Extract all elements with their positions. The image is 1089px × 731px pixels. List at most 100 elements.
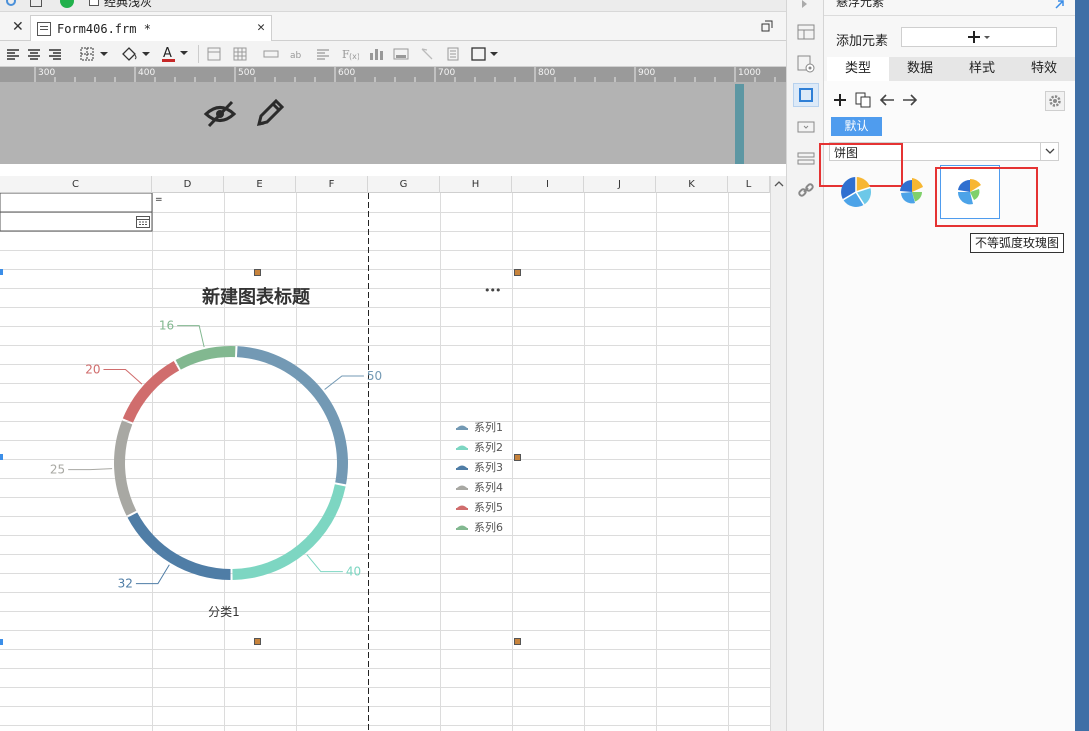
paragraph-icon[interactable] [314,44,332,64]
ruler-ticks [34,67,776,82]
donut-slice[interactable] [114,420,137,516]
leader-line [68,468,113,471]
column-header-i[interactable]: I [512,176,584,193]
tab-title: Form406.frm * [57,21,151,36]
pie-chart-icon [841,176,872,207]
add-icon[interactable] [832,92,848,111]
leader-line [324,375,364,390]
merge-cells-icon[interactable] [205,44,223,64]
spreadsheet-grid[interactable]: = 新建图表标题 ••• 50 40 32 25 20 16 分类1 系列1 系列2 系列… [0,193,770,731]
tab-form-file[interactable]: Form406.frm * ✕ [30,15,272,41]
border-dropdown-icon[interactable] [78,44,112,64]
highlight-box-thumbnail [935,167,1038,227]
legend-label: 系列5 [474,501,503,514]
category-label: 分类1 [208,605,240,619]
data-label: 16 [159,319,174,333]
add-element-label: 添加元素 [836,34,889,49]
column-header-g[interactable]: G [368,176,440,193]
donut-slice[interactable] [232,484,346,580]
donut-slice[interactable] [127,512,231,580]
chart-icon[interactable] [367,44,385,64]
form-element-icon[interactable] [793,115,819,139]
expand-panel-icon[interactable] [1055,0,1065,12]
align-left-icon[interactable] [4,44,22,64]
list-icon[interactable] [793,147,819,171]
restore-window-icon[interactable] [761,20,773,32]
frame-dropdown-icon[interactable] [470,44,500,64]
column-header-d[interactable]: D [152,176,224,193]
data-label: 40 [346,565,361,579]
text-field-icon[interactable] [262,44,280,64]
scroll-up-icon[interactable] [773,178,785,192]
column-header-j[interactable]: J [584,176,656,193]
default-tag[interactable]: 默认 [831,117,882,136]
image-icon[interactable] [392,44,410,64]
panel-title: 悬浮元素 [836,0,885,9]
link-icon[interactable] [793,178,819,202]
preview-icon[interactable] [30,0,42,7]
slash-icon[interactable] [418,44,436,64]
legend-label: 系列1 [474,421,503,434]
fill-color-icon[interactable] [118,44,152,64]
legend-item[interactable]: 系列6 [455,517,503,537]
tab-data[interactable]: 数据 [889,57,951,81]
column-header-l[interactable]: L [728,176,770,193]
edit-pencil-icon[interactable] [254,97,286,134]
pin-icon[interactable] [6,0,16,6]
font-color-icon[interactable]: A [158,44,192,64]
column-header-k[interactable]: K [656,176,728,193]
column-header-f[interactable]: F [296,176,368,193]
legend-item[interactable]: 系列1 [455,417,503,437]
donut-slice[interactable] [236,346,348,485]
data-label: 50 [367,369,382,383]
vertical-scrollbar[interactable] [770,176,786,731]
formula-icon[interactable]: F (x) [340,44,360,64]
panel-divider [824,15,1075,16]
data-label: 25 [50,463,65,477]
tab-type[interactable]: 类型 [827,57,889,81]
leader-line [135,564,170,585]
rose-chart-icon [900,178,923,204]
band-edge-bar [735,84,744,164]
arrow-right-icon[interactable] [901,92,919,111]
chart-option-rose[interactable] [884,165,940,219]
copy-icon[interactable] [855,92,871,111]
widget-settings-icon[interactable] [793,52,819,76]
ruler-label: 600 [338,68,356,78]
column-header-c[interactable]: C [0,176,152,193]
arrow-left-icon[interactable] [878,92,896,111]
close-prev-tab-icon[interactable]: ✕ [12,19,24,35]
legend-item[interactable]: 系列3 [455,457,503,477]
align-right-icon[interactable] [46,44,64,64]
collapse-arrow-icon[interactable] [801,0,809,12]
chart-option-pie[interactable] [828,165,884,219]
check-icon[interactable] [60,0,74,8]
format-toolbar: A ab F (x) [0,41,786,67]
tab-style[interactable]: 样式 [951,57,1013,81]
align-center-icon[interactable] [25,44,43,64]
checkbox-icon[interactable] [89,0,99,6]
leader-line [103,368,143,385]
column-header-e[interactable]: E [224,176,296,193]
donut-slice[interactable] [175,346,236,370]
ruler-label: 1000 [738,68,761,78]
column-header-h[interactable]: H [440,176,512,193]
column-header: C D E F G H I J K L [0,176,770,193]
tab-effect[interactable]: 特效 [1013,57,1075,81]
data-label: 20 [85,362,100,376]
close-tab-icon[interactable]: ✕ [257,20,265,35]
table-icon[interactable] [231,44,249,64]
hide-eye-icon[interactable] [203,99,237,132]
page-icon[interactable] [444,44,462,64]
add-element-dropdown[interactable] [901,27,1057,47]
legend-item[interactable]: 系列4 [455,477,503,497]
ruler-label: 300 [38,68,56,78]
layout-icon[interactable] [793,20,819,44]
legend-item[interactable]: 系列2 [455,437,503,457]
gear-icon[interactable] [1045,91,1065,111]
floating-element-icon[interactable] [793,83,819,107]
legend-label: 系列2 [474,441,503,454]
legend-item[interactable]: 系列5 [455,497,503,517]
donut-slice[interactable] [122,360,180,423]
label-icon[interactable]: ab [288,44,306,64]
